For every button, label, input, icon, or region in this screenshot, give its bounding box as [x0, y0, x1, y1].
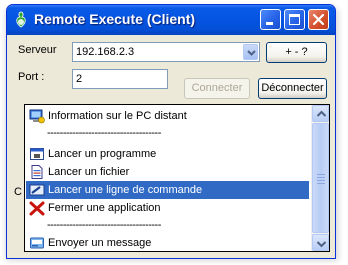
grip-line: [317, 174, 325, 175]
port-value: 2: [76, 73, 83, 85]
chevron-down-icon: [316, 241, 327, 248]
grip-line: [317, 180, 325, 181]
chevron-down-icon: [247, 50, 256, 56]
list-item-launch-program[interactable]: Lancer un programme: [26, 145, 309, 163]
list-item-label: Lancer un programme: [48, 148, 157, 160]
maximize-button[interactable]: [284, 9, 305, 30]
list-item-launch-command-line[interactable]: Lancer une ligne de commande: [26, 181, 309, 199]
list-item-launch-file[interactable]: Lancer un fichier: [26, 163, 309, 181]
vertical-scrollbar[interactable]: [311, 105, 329, 251]
port-label: Port :: [18, 71, 45, 83]
chevron-up-icon: [316, 110, 327, 117]
list-item-label: Lancer un fichier: [48, 166, 130, 178]
scroll-up-button[interactable]: [312, 105, 329, 122]
list-item-pc-info[interactable]: Information sur le PC distant: [26, 107, 309, 125]
server-dropdown-button[interactable]: [243, 44, 258, 60]
list-item-label: Lancer une ligne de commande: [48, 184, 203, 196]
list-item-label: Fermer une application: [48, 202, 161, 214]
close-x-icon: [29, 201, 45, 216]
maximize-icon: [289, 14, 300, 25]
server-value: 192.168.2.3: [76, 46, 135, 58]
app-icon: [16, 11, 26, 28]
list-item-close-application[interactable]: Fermer une application: [26, 199, 309, 217]
connect-button[interactable]: Connecter: [184, 78, 250, 99]
scroll-down-button[interactable]: [312, 234, 329, 251]
server-combobox[interactable]: 192.168.2.3: [72, 42, 260, 62]
server-label: Serveur: [18, 44, 57, 56]
title-bar[interactable]: Remote Execute (Client): [7, 5, 335, 35]
minimize-icon: [266, 22, 273, 25]
list-item-label: Envoyer un message: [48, 237, 152, 249]
grip-line: [317, 177, 325, 178]
program-window-icon: [30, 148, 44, 160]
action-dropdown-list[interactable]: Information sur le PC distant ----------…: [24, 104, 330, 252]
hidden-label-fragment: C: [14, 186, 22, 198]
grip-line: [317, 183, 325, 184]
command-line-icon: [29, 184, 45, 196]
computer-info-icon: [29, 109, 45, 124]
separator: ------------------------------------: [47, 219, 161, 231]
disconnect-button[interactable]: Déconnecter: [258, 78, 327, 99]
minimize-button[interactable]: [260, 9, 281, 30]
port-input[interactable]: 2: [72, 69, 168, 89]
file-icon: [31, 165, 43, 179]
window-title: Remote Execute (Client): [34, 11, 196, 27]
scroll-thumb[interactable]: [312, 123, 329, 233]
plus-minus-help-button[interactable]: + - ?: [266, 42, 327, 63]
close-button[interactable]: [308, 9, 329, 30]
separator: ------------------------------------: [47, 127, 161, 139]
message-icon: [30, 237, 44, 249]
list-item-send-message[interactable]: Envoyer un message: [26, 234, 309, 251]
list-item-label: Information sur le PC distant: [48, 110, 187, 122]
close-icon: [312, 13, 325, 26]
